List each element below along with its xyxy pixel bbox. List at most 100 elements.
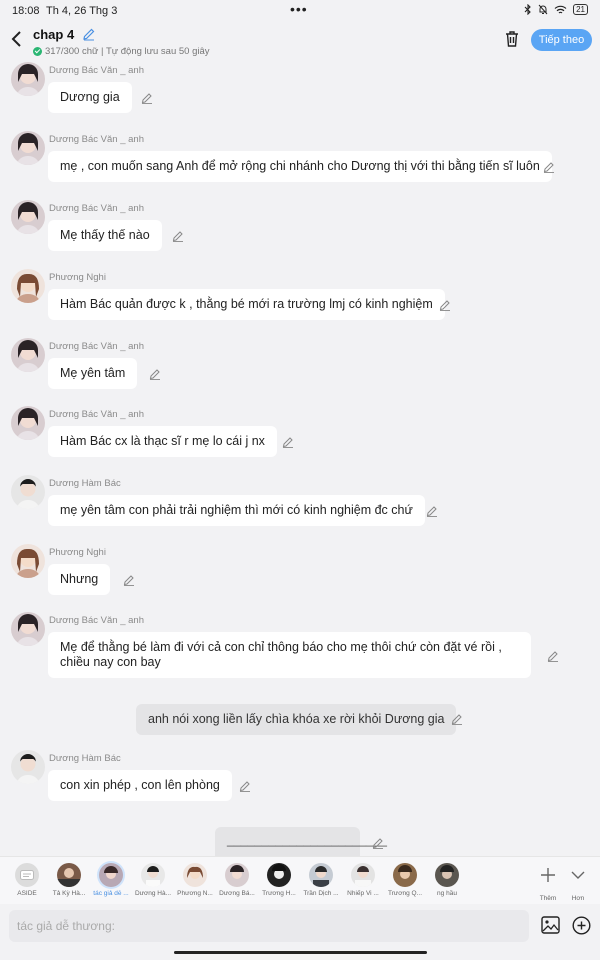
chevron-down-icon <box>571 871 585 879</box>
character-aside[interactable]: ASIDE <box>7 863 47 897</box>
avatar <box>309 863 333 887</box>
avatar[interactable] <box>11 200 45 234</box>
character-label: Trần Dịch ... <box>303 890 339 897</box>
character-label: Dương Bá... <box>219 890 255 897</box>
collapse-label: Hơn <box>571 895 585 902</box>
autosave-status: 317/300 chữ | Tự động lưu sau 50 giây <box>33 46 210 57</box>
avatar <box>435 863 459 887</box>
message-bubble[interactable]: mẹ , con muốn sang Anh để mở rộng chi nh… <box>48 151 552 182</box>
sender-name: Dương Bác Văn _ anh <box>49 203 144 214</box>
edit-pencil-icon[interactable] <box>547 650 559 662</box>
back-arrow-icon[interactable] <box>8 29 26 49</box>
avatar[interactable] <box>11 62 45 96</box>
avatar <box>183 863 207 887</box>
message-bubble[interactable]: Nhưng <box>48 564 111 595</box>
edit-pencil-icon[interactable] <box>141 92 153 104</box>
sender-name: Phương Nghi <box>49 547 106 558</box>
collapse-tray-button[interactable]: Hơn <box>558 863 598 902</box>
character-label: Tả Kỳ Hà... <box>52 890 86 897</box>
edit-pencil-icon[interactable] <box>239 780 251 792</box>
sender-name: Dương Bác Văn _ anh <box>49 65 144 76</box>
trash-icon[interactable] <box>504 30 520 48</box>
sender-name: Dương Bác Văn _ anh <box>49 615 144 626</box>
avatar <box>57 863 81 887</box>
input-bar: tác giả dễ thương: <box>0 904 600 960</box>
character-label: Nhiếp Vi ... <box>347 890 379 897</box>
message-bubble[interactable]: Dương gia <box>48 82 132 113</box>
character-label: Trương Q... <box>387 890 423 897</box>
edit-title-icon[interactable] <box>82 27 96 41</box>
message-bubble[interactable]: con xin phép , con lên phòng <box>48 770 232 801</box>
character-item[interactable]: Trương H... <box>259 863 299 897</box>
edit-pencil-icon[interactable] <box>426 505 438 517</box>
avatar[interactable] <box>11 612 45 646</box>
avatar <box>225 863 249 887</box>
message-bubble[interactable]: Mẹ thấy thế nào <box>48 220 162 251</box>
chat-area: Dương Bác Văn _ anh Dương gia Dương Bác … <box>0 58 600 856</box>
character-item[interactable]: Dương Bá... <box>217 863 257 897</box>
battery-icon: 21 <box>573 4 588 15</box>
character-label: Dương Hà... <box>134 890 172 897</box>
character-item[interactable]: Trương Q... <box>385 863 425 897</box>
edit-pencil-icon[interactable] <box>439 299 451 311</box>
edit-pencil-icon[interactable] <box>451 713 463 725</box>
edit-pencil-icon[interactable] <box>282 436 294 448</box>
character-label: ASIDE <box>17 890 37 897</box>
home-indicator <box>174 951 427 954</box>
avatar[interactable] <box>11 269 45 303</box>
editor-header: chap 4 317/300 chữ | Tự động lưu sau 50 … <box>0 22 600 58</box>
mute-bell-icon <box>538 4 548 15</box>
avatar[interactable] <box>11 131 45 165</box>
add-circle-icon[interactable] <box>572 916 591 935</box>
status-dots: ••• <box>290 1 308 17</box>
narration-bubble[interactable]: anh nói xong liền lấy chìa khóa xe rời k… <box>136 704 457 735</box>
character-item[interactable]: ng hầu <box>427 863 467 897</box>
message-bubble[interactable]: Hàm Bác cx là thạc sĩ r mẹ lo cái j nx <box>48 426 277 457</box>
character-item[interactable]: Trần Dịch ... <box>301 863 341 897</box>
sender-name: Dương Hàm Bác <box>49 478 121 489</box>
sender-name: Dương Bác Văn _ anh <box>49 341 144 352</box>
edit-pencil-icon[interactable] <box>543 161 555 173</box>
avatar <box>393 863 417 887</box>
edit-pencil-icon[interactable] <box>172 230 184 242</box>
avatar <box>141 863 165 887</box>
message-bubble[interactable]: Mẹ yên tâm <box>48 358 138 389</box>
edit-pencil-icon[interactable] <box>372 837 384 849</box>
edit-pencil-icon[interactable] <box>149 368 161 380</box>
avatar[interactable] <box>11 406 45 440</box>
chapter-title: chap 4 <box>33 27 75 42</box>
character-label: Phương N... <box>177 890 213 897</box>
sender-name: Dương Bác Văn _ anh <box>49 409 144 420</box>
message-input[interactable]: tác giả dễ thương: <box>9 910 529 942</box>
avatar <box>351 863 375 887</box>
avatar[interactable] <box>11 338 45 372</box>
character-label: ng hầu <box>437 890 457 897</box>
narration-bubble[interactable]: _______________________ <box>215 827 387 856</box>
system-icons: 21 <box>524 4 588 15</box>
message-bubble[interactable]: mẹ yên tâm con phải trải nghiệm thì mới … <box>48 495 425 526</box>
character-item-selected[interactable]: tác giả dễ ... <box>91 863 131 897</box>
character-label: Trương H... <box>262 890 296 897</box>
wifi-icon <box>554 5 567 13</box>
message-bubble[interactable]: Mẹ để thằng bé làm đi với cả con chỉ thô… <box>48 632 531 678</box>
title-block: chap 4 317/300 chữ | Tự động lưu sau 50 … <box>33 26 210 57</box>
character-item[interactable]: Tả Kỳ Hà... <box>49 863 89 897</box>
status-date: Th 4, 26 Thg 3 <box>46 5 118 17</box>
sender-name: Dương Bác Văn _ anh <box>49 134 144 145</box>
message-bubble[interactable]: Hàm Bác quản được k , thằng bé mới ra tr… <box>48 289 445 320</box>
character-item[interactable]: Phương N... <box>175 863 215 897</box>
avatar[interactable] <box>11 750 45 784</box>
next-button[interactable]: Tiếp theo <box>531 29 592 51</box>
bluetooth-icon <box>524 4 531 15</box>
aside-icon <box>15 863 39 887</box>
character-item[interactable]: Dương Hà... <box>133 863 173 897</box>
avatar[interactable] <box>11 475 45 509</box>
character-tray: ASIDE Tả Kỳ Hà... tác giả dễ ... Dương H… <box>0 856 600 904</box>
image-icon[interactable] <box>541 916 560 934</box>
character-item[interactable]: Nhiếp Vi ... <box>343 863 383 897</box>
sender-name: Dương Hàm Bác <box>49 753 121 764</box>
edit-pencil-icon[interactable] <box>123 574 135 586</box>
avatar[interactable] <box>11 544 45 578</box>
character-label: tác giả dễ ... <box>93 890 129 897</box>
sender-name: Phương Nghi <box>49 272 106 283</box>
